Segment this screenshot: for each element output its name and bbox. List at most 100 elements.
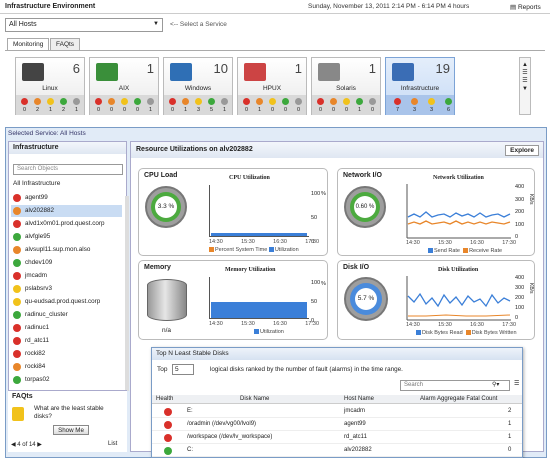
host-list-item[interactable]: alv202882 <box>11 205 122 217</box>
tile-count: 6 <box>72 61 80 76</box>
status-count: 0 <box>170 107 175 113</box>
col-host-name[interactable]: Host Name <box>344 396 374 402</box>
resource-title: Resource Utilizations on alv202882 <box>131 142 543 158</box>
table-row[interactable]: E: jmcadm 2 <box>152 406 522 418</box>
cpu-chart <box>209 185 309 237</box>
service-tile-aix[interactable]: 1 AIX 0 0 0 0 1 <box>89 57 159 115</box>
host-list-item[interactable]: agent99 <box>11 192 122 204</box>
cpu-ytick: 100 <box>311 191 321 197</box>
os-icon <box>22 63 44 81</box>
top-label: Top <box>157 366 168 373</box>
top-bar: Infrastructure Environment Sunday, Novem… <box>0 0 550 14</box>
tab-monitoring[interactable]: Monitoring <box>7 38 50 50</box>
cpu-yunit: % <box>321 191 326 197</box>
status-dot-icon <box>73 98 80 105</box>
top-n-input[interactable]: 5 <box>172 364 194 375</box>
service-select[interactable]: All Hosts ▼ <box>5 18 163 32</box>
network-chart <box>406 184 511 239</box>
health-icon <box>164 434 172 442</box>
memory-chart-title: Memory Utilization <box>225 267 276 273</box>
faq-pager-text: 4 of 14 <box>17 442 36 448</box>
disk-card: Disk I/O 5.7 % Disk Utilization 400 300 20… <box>337 260 535 340</box>
service-tile-windows[interactable]: 10 Windows 0 1 3 5 1 <box>163 57 233 115</box>
reports-button[interactable]: ▤ Reports <box>510 3 541 11</box>
status-dot-icon <box>428 98 435 105</box>
alarm-count: 0 <box>508 447 512 453</box>
status-dot-icon <box>95 98 102 105</box>
service-tile-hpux[interactable]: 1 HPUX 0 1 0 0 0 <box>237 57 307 115</box>
status-dot-icon <box>317 98 324 105</box>
tile-count: 1 <box>146 61 154 76</box>
table-row[interactable]: /workspace (/dev/lv_workspace) rd_atc11 … <box>152 432 522 444</box>
column-menu-icon[interactable]: ☰ <box>514 380 521 391</box>
status-dot-icon <box>221 98 228 105</box>
explore-button[interactable]: Explore <box>505 145 539 156</box>
service-tile-solaris[interactable]: 1 Solaris 0 0 0 1 0 <box>311 57 381 115</box>
memory-chart <box>209 277 309 319</box>
status-dot-icon <box>208 98 215 105</box>
host-list-item[interactable]: radinuc_cluster <box>11 309 122 321</box>
status-dot-icon <box>256 98 263 105</box>
faq-list-link[interactable]: List <box>108 441 117 447</box>
host-name: pslabsrv3 <box>25 285 52 292</box>
table-row[interactable]: /oradmin (/dev/vg00/lvol9) agent99 1 <box>152 419 522 431</box>
col-disk-name[interactable]: Disk Name <box>240 396 269 402</box>
network-title: Network I/O <box>343 172 382 179</box>
alarm-status-icon <box>13 285 21 293</box>
os-icon <box>392 63 414 81</box>
ok-status-icon <box>13 311 21 319</box>
all-infrastructure[interactable]: All Infrastructure <box>13 180 60 187</box>
network-gauge-value: 0.60 % <box>354 196 376 218</box>
chevron-down-icon: ▼ <box>153 21 159 27</box>
search-objects-input[interactable]: Search Objects <box>13 164 123 175</box>
status-dot-icon <box>195 98 202 105</box>
disk-gauge: 5.7 % <box>344 277 388 321</box>
status-count: 0 <box>109 107 114 113</box>
host-list-item[interactable]: qu-eudsad.prod.quest.corp <box>11 296 122 308</box>
col-health[interactable]: Health <box>156 396 173 402</box>
host-list-item[interactable]: torpas02 <box>11 374 122 386</box>
tab-faqts[interactable]: FAQts <box>50 38 81 50</box>
status-dot-icon <box>356 98 363 105</box>
status-dot-icon <box>394 98 401 105</box>
search-icon[interactable]: ⚲▾ <box>492 381 499 388</box>
cpu-title: CPU Load <box>144 172 178 179</box>
host-name: alvsupl11.sup.mon.also <box>25 246 91 253</box>
host-list-item[interactable]: rd_atc11 <box>11 335 122 347</box>
host-list-item[interactable]: rocki84 <box>11 361 122 373</box>
host-list-item[interactable]: radinuc1 <box>11 322 122 334</box>
col-alarm-count[interactable]: Alarm Aggregate Fatal Count <box>420 396 497 402</box>
host-name: qu-eudsad.prod.quest.corp <box>25 298 101 305</box>
selected-service-label: Selected Service: <box>8 130 59 137</box>
status-dot-icon <box>343 98 350 105</box>
host-list-item[interactable]: alvd1x0m01.prod.quest.corp <box>11 218 122 230</box>
service-tile-infrastructure[interactable]: 19 Infrastructure 7 3 3 6 <box>385 57 455 115</box>
host-list-item[interactable]: alvfgle95 <box>11 231 122 243</box>
service-tile-linux[interactable]: 6 Linux 0 2 1 2 1 <box>15 57 85 115</box>
host-list-item[interactable]: rocki82 <box>11 348 122 360</box>
host-list-scrollbar[interactable] <box>125 196 129 391</box>
disk-name: E: <box>187 408 193 414</box>
cpu-ytick: 50 <box>311 215 318 221</box>
status-count: 0 <box>296 107 301 113</box>
infrastructure-title: Infrastructure <box>9 142 126 154</box>
tile-count: 1 <box>368 61 376 76</box>
faq-question: What are the least stable disks? <box>34 405 104 420</box>
tile-name: AIX <box>118 85 130 92</box>
time-range[interactable]: Sunday, November 13, 2011 2:14 PM - 6:14… <box>308 3 469 10</box>
tab-divider <box>5 50 545 51</box>
host-list-item[interactable]: alvsupl11.sup.mon.also <box>11 244 122 256</box>
host-list-item[interactable]: pslabsrv3 <box>11 283 122 295</box>
tiles-scroller[interactable]: ▲ ☰ ☰ ▼ <box>519 57 531 115</box>
os-icon <box>170 63 192 81</box>
faq-pager[interactable]: ◀ 4 of 14 ▶ <box>11 441 42 448</box>
status-count: 0 <box>122 107 127 113</box>
table-row[interactable]: C: alv202882 0 <box>152 445 522 457</box>
tile-name: Solaris <box>336 85 356 92</box>
host-list-item[interactable]: jmcadm <box>11 270 122 282</box>
alarm-status-icon <box>13 220 21 228</box>
host-list-item[interactable]: chdev109 <box>11 257 122 269</box>
host-name: jmcadm <box>25 272 48 279</box>
disk-chart <box>406 276 511 321</box>
show-me-button[interactable]: Show Me <box>53 425 89 435</box>
